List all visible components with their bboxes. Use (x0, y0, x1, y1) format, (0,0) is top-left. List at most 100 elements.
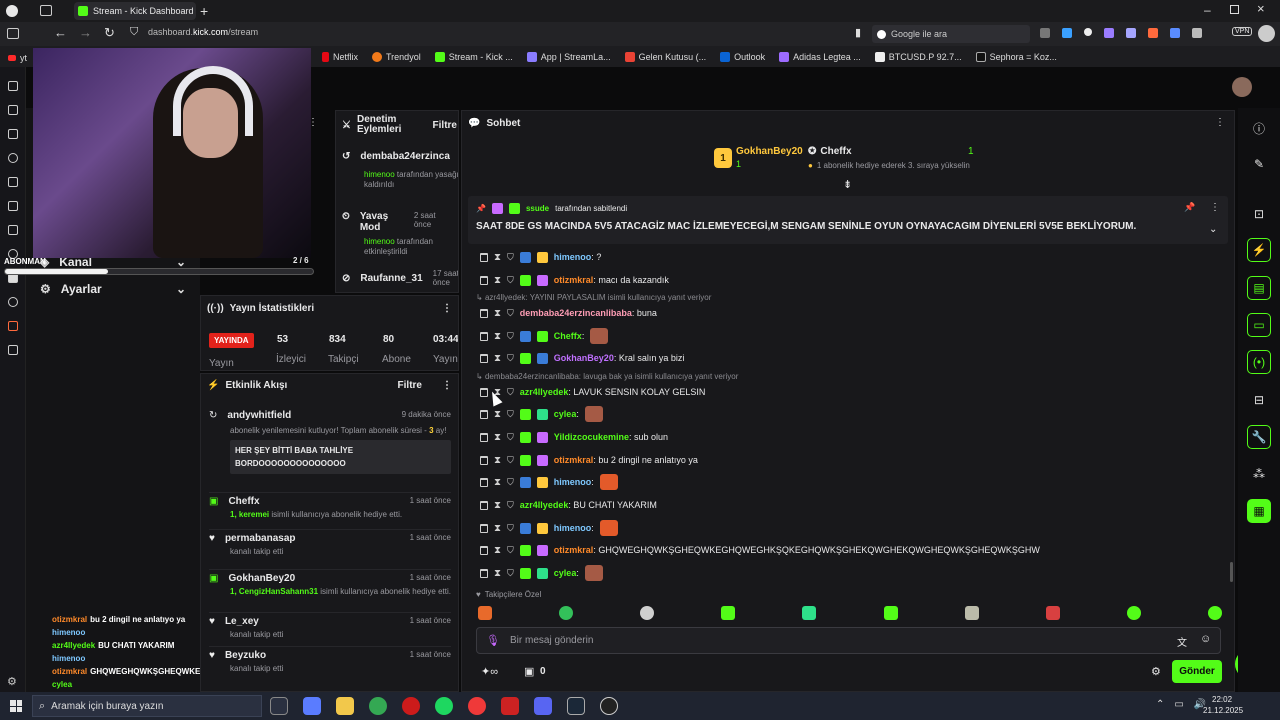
extension-icon[interactable] (1084, 28, 1092, 36)
delete-message-icon[interactable] (480, 500, 488, 510)
chat-username[interactable]: cylea (554, 409, 577, 419)
translate-icon[interactable]: 文 (1177, 634, 1187, 649)
ban-shield-icon[interactable]: ⛉ (507, 353, 514, 364)
group-icon[interactable]: ⁂ (1247, 462, 1271, 486)
send-button[interactable]: Gönder (1172, 660, 1222, 683)
history-icon[interactable] (7, 153, 18, 163)
web-panel-icon[interactable] (7, 297, 18, 307)
timeout-icon[interactable]: ⧗ (494, 331, 501, 341)
extension-icon[interactable] (1170, 28, 1180, 38)
extension-icon[interactable] (1104, 28, 1114, 38)
delete-message-icon[interactable] (480, 523, 488, 533)
activity-filter-button[interactable]: Filtre (398, 380, 422, 391)
clapper-icon[interactable]: ▦ (1247, 499, 1271, 523)
timeout-icon[interactable]: ⧗ (494, 409, 501, 419)
chat-username[interactable]: Yildizcocukemine (554, 432, 629, 442)
chat-username[interactable]: Cheffx (554, 331, 582, 341)
settings-gear-icon[interactable]: ⚙ (7, 675, 17, 688)
vivaldi-menu-icon[interactable] (6, 5, 18, 17)
layout-icon[interactable]: ⊟ (1247, 388, 1271, 412)
close-window-icon[interactable]: × (1257, 1, 1265, 16)
ban-shield-icon[interactable]: ⛉ (507, 387, 514, 398)
windows-start-icon[interactable] (10, 700, 22, 712)
delete-message-icon[interactable] (480, 432, 488, 442)
bookmark-gmail[interactable]: Gelen Kutusu (... (624, 52, 706, 62)
edit-icon[interactable]: ✎ (1247, 152, 1271, 176)
moderation-filter-button[interactable]: Filtre (433, 120, 457, 131)
delete-message-icon[interactable] (480, 568, 488, 578)
panel-menu-icon[interactable]: ⋮ (308, 117, 318, 128)
microphone-icon[interactable]: 🎙 (486, 634, 500, 647)
chat-username[interactable]: azr4llyedek (520, 500, 569, 510)
quick-actions-icon[interactable]: ⚡ (1247, 238, 1271, 262)
ban-shield-icon[interactable]: ⛉ (507, 432, 514, 443)
profile-avatar[interactable] (1258, 25, 1275, 42)
timeout-icon[interactable]: ⧗ (494, 455, 501, 465)
bookmark-icon[interactable]: ▮ (855, 26, 861, 39)
file-explorer-icon[interactable] (336, 697, 354, 715)
emote-button[interactable] (883, 606, 898, 620)
chat-input[interactable]: 🎙 Bir mesaj gönderin 文 ☺ (476, 627, 1221, 654)
ban-shield-icon[interactable]: ⛉ (507, 252, 514, 263)
ban-shield-icon[interactable]: ⛉ (507, 568, 514, 579)
chat-username[interactable]: cylea (554, 568, 577, 578)
chat-username[interactable]: azr4llyedek (520, 387, 569, 397)
notes-icon[interactable]: ▤ (1247, 276, 1271, 300)
delete-message-icon[interactable] (480, 353, 488, 363)
maximize-icon[interactable] (1230, 5, 1239, 14)
chat-username[interactable]: himenoo (554, 477, 592, 487)
bookmark-sephora[interactable]: Sephora = Koz... (975, 52, 1057, 62)
minimize-icon[interactable]: – (1204, 3, 1211, 17)
timeout-icon[interactable]: ⧗ (494, 545, 501, 555)
extension-icon[interactable] (1062, 28, 1072, 38)
ban-shield-icon[interactable]: ⛉ (507, 500, 514, 511)
chat-username[interactable]: dembaba24erzincanlibaba (520, 308, 632, 318)
chest-icon[interactable]: ▣ (524, 665, 534, 678)
delete-message-icon[interactable] (480, 331, 488, 341)
chat-settings-icon[interactable]: ⚙ (1151, 665, 1161, 678)
timeout-icon[interactable]: ⧗ (494, 353, 501, 363)
chevron-down-icon[interactable]: ⌄ (1209, 224, 1217, 235)
delete-message-icon[interactable] (480, 387, 488, 397)
translate-icon[interactable] (7, 201, 18, 211)
unpin-icon[interactable]: 📌 (1184, 202, 1195, 213)
vpn-badge[interactable]: VPN (1232, 27, 1253, 36)
delete-message-icon[interactable] (480, 545, 488, 555)
reload-icon[interactable]: ↻ (104, 25, 115, 41)
emote-button[interactable] (1126, 606, 1141, 620)
back-icon[interactable]: ← (54, 25, 67, 40)
timeout-icon[interactable]: ⧗ (494, 275, 501, 285)
taskbar-search[interactable]: ⌕ Aramak için buraya yazın (32, 695, 262, 717)
notes-icon[interactable] (7, 177, 18, 187)
bookmark-adidas[interactable]: Adidas Legtea ... (779, 52, 861, 62)
extension-icon[interactable] (1126, 28, 1136, 38)
ban-shield-icon[interactable]: ⛉ (507, 545, 514, 556)
chat-scrollbar[interactable] (1230, 562, 1233, 582)
vivaldi-icon[interactable] (468, 697, 486, 715)
app-icon[interactable] (501, 697, 519, 715)
emote-button[interactable] (721, 606, 736, 620)
channel-points-icon[interactable]: ✦∞ (481, 665, 498, 678)
chrome-icon[interactable] (369, 697, 387, 715)
emote-button[interactable] (964, 606, 979, 620)
stats-menu-icon[interactable]: ⋮ (442, 303, 452, 314)
activity-menu-icon[interactable]: ⋮ (442, 380, 452, 391)
chat-icon[interactable]: ▭ (1247, 313, 1271, 337)
bookmark-outlook[interactable]: Outlook (720, 52, 765, 62)
timeout-icon[interactable]: ⧗ (494, 252, 501, 262)
search-field[interactable]: Google ile ara (872, 25, 1030, 43)
spotify-icon[interactable] (435, 697, 453, 715)
tab-stack-icon[interactable] (40, 5, 52, 16)
bookmark-kick[interactable]: Stream - Kick ... (434, 52, 513, 62)
nav-ayarlar[interactable]: ⚙ Ayarlar ⌄ (26, 276, 200, 302)
timeout-icon[interactable]: ⧗ (494, 500, 501, 510)
emote-button[interactable] (1207, 606, 1222, 620)
downloads-icon[interactable] (7, 129, 18, 139)
emoji-icon[interactable]: ☺ (1200, 633, 1211, 645)
shield-icon[interactable]: ⛉ (130, 26, 138, 39)
bookmark-netflix[interactable]: Netflix (322, 52, 358, 62)
task-view-icon[interactable] (270, 697, 288, 715)
broadcast-icon[interactable]: (•) (1247, 350, 1271, 374)
chat-username[interactable]: GokhanBey20 (554, 353, 614, 363)
obs-icon[interactable] (600, 697, 618, 715)
